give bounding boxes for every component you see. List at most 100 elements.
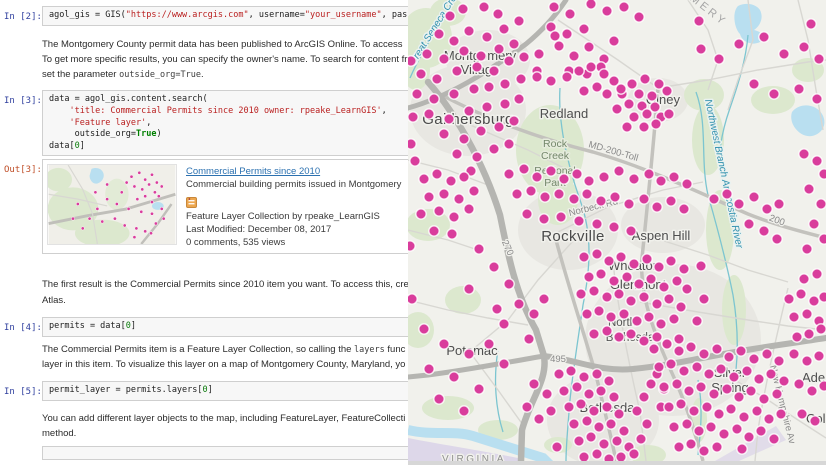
permit-dot[interactable] [613,288,625,300]
permit-dot[interactable] [733,391,745,403]
permit-dot[interactable] [809,415,821,427]
permit-dot[interactable] [593,305,605,317]
permit-dot[interactable] [488,65,500,77]
permit-dot[interactable] [513,15,525,27]
permit-dot[interactable] [813,53,825,65]
permit-dot[interactable] [595,385,607,397]
permit-dot[interactable] [595,268,607,280]
permit-dot[interactable] [475,125,487,137]
permit-dot[interactable] [645,273,657,285]
permit-dot[interactable] [558,173,570,185]
permit-dot[interactable] [601,401,613,413]
permit-dot[interactable] [723,351,735,363]
permit-dot[interactable] [818,380,826,392]
permit-dot[interactable] [518,163,530,175]
permit-dot[interactable] [678,365,690,377]
permit-dot[interactable] [605,418,617,430]
permit-dot[interactable] [768,88,780,100]
permit-dot[interactable] [581,188,593,200]
permit-dot[interactable] [445,175,457,187]
permit-dot[interactable] [561,28,573,40]
permit-dot[interactable] [564,8,576,20]
permit-dot[interactable] [638,391,650,403]
permit-dot[interactable] [531,71,543,83]
permit-dot[interactable] [663,401,675,413]
permit-dot[interactable] [651,298,663,310]
permit-dot[interactable] [598,171,610,183]
permit-dot[interactable] [499,78,511,90]
permit-dot[interactable] [783,293,795,305]
permit-dot[interactable] [471,61,483,73]
permit-dot[interactable] [463,283,475,295]
permit-dot[interactable] [741,365,753,377]
permit-dot[interactable] [498,318,510,330]
permit-dot[interactable] [801,243,813,255]
permit-dot[interactable] [625,225,637,237]
permit-dot[interactable] [646,90,658,102]
permit-dot[interactable] [603,453,615,461]
permit-dot[interactable] [658,281,670,293]
permit-dot[interactable] [463,348,475,360]
permit-dot[interactable] [793,378,805,390]
permit-dot[interactable] [528,378,540,390]
permit-dot[interactable] [653,261,665,273]
code-input-in3[interactable]: data = agol_gis.content.search( 'title: … [42,90,408,157]
permit-dot[interactable] [591,248,603,260]
permit-dot[interactable] [503,138,515,150]
permit-dot[interactable] [438,128,450,140]
permit-dot[interactable] [538,213,550,225]
permit-dot[interactable] [548,1,560,13]
permit-dot[interactable] [638,335,650,347]
permit-dot[interactable] [815,198,826,210]
permit-dot[interactable] [545,75,557,87]
permit-dot[interactable] [523,333,535,345]
permit-dot[interactable] [565,365,577,377]
item-title-link[interactable]: Commercial Permits since 2010 [186,166,320,177]
permit-dot[interactable] [493,43,505,55]
permit-dot[interactable] [433,205,445,217]
permit-dot[interactable] [681,178,693,190]
permit-dot[interactable] [673,345,685,357]
permit-dot[interactable] [713,53,725,65]
permit-dot[interactable] [583,41,595,53]
permit-dot[interactable] [488,261,500,273]
permit-dot[interactable] [598,438,610,450]
permit-dot[interactable] [418,323,430,335]
permit-dot[interactable] [609,191,621,203]
permit-dot[interactable] [663,293,675,305]
permit-dot[interactable] [578,251,590,263]
permit-dot[interactable] [458,133,470,145]
permit-dot[interactable] [598,68,610,80]
permit-dot[interactable] [538,293,550,305]
permit-dot[interactable] [651,331,663,343]
permit-dot[interactable] [811,268,823,280]
permit-dot[interactable] [773,355,785,367]
permit-dot[interactable] [583,388,595,400]
permit-dot[interactable] [498,23,510,35]
permit-dot[interactable] [553,40,565,52]
permit-dot[interactable] [615,251,627,263]
permit-dot[interactable] [631,405,643,417]
permit-dot[interactable] [721,383,733,395]
permit-dot[interactable] [796,408,808,420]
permit-dot[interactable] [408,55,417,67]
permit-dot[interactable] [765,368,777,380]
permit-dot[interactable] [481,101,493,113]
permit-dot[interactable] [773,198,785,210]
permit-dot[interactable] [798,148,810,160]
permit-dot[interactable] [625,328,637,340]
permit-dot[interactable] [718,428,730,440]
permit-dot[interactable] [643,311,655,323]
permit-dot[interactable] [433,28,445,40]
permit-dot[interactable] [493,121,505,133]
permit-dot[interactable] [818,168,826,180]
permit-dot[interactable] [578,85,590,97]
permit-dot[interactable] [448,35,460,47]
permit-dot[interactable] [678,263,690,275]
permit-dot[interactable] [492,8,504,20]
permit-dot[interactable] [581,415,593,427]
permit-dot[interactable] [588,285,600,297]
permit-dot[interactable] [691,315,703,327]
permit-dot[interactable] [444,10,456,22]
permit-dot[interactable] [473,243,485,255]
